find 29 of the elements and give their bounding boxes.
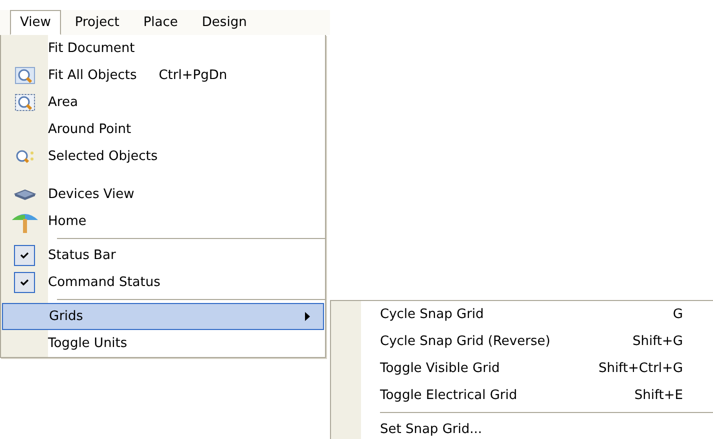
magnifier-icon: [14, 150, 34, 164]
menu-bar-item[interactable]: Design: [192, 10, 257, 35]
menu-bar-item[interactable]: Project: [64, 10, 130, 35]
magnifier-icon: [14, 67, 34, 84]
menu-item[interactable]: Home: [1, 208, 325, 235]
menu-item[interactable]: Toggle Electrical Grid Shift+E: [331, 382, 713, 409]
menu-item[interactable]: Cycle Snap Grid G: [331, 301, 713, 328]
shortcut-text: Shift+Ctrl+G: [598, 361, 683, 376]
menu-item[interactable]: Toggle Visible Grid Shift+Ctrl+G: [331, 355, 713, 382]
menu-bar-item[interactable]: View: [10, 10, 61, 35]
menu-bar-item[interactable]: Place: [133, 10, 188, 35]
menu-item[interactable]: Grids: [2, 303, 324, 330]
menu-item[interactable]: Around Point: [1, 116, 325, 143]
menu-item[interactable]: Area: [1, 89, 325, 116]
menu-item[interactable]: Cycle Snap Grid (Reverse) Shift+G: [331, 328, 713, 355]
menu-item[interactable]: Toggle Units: [1, 330, 325, 357]
shortcut-text: G: [672, 307, 683, 322]
shortcut-text: Shift+E: [634, 388, 683, 403]
shortcut-text: Ctrl+PgDn: [158, 68, 228, 83]
menu-item[interactable]: Fit Document: [1, 35, 325, 62]
menu-item[interactable]: Status Bar: [1, 242, 325, 269]
menu-item[interactable]: Command Status: [1, 269, 325, 296]
device-icon: [14, 188, 36, 200]
magnifier-icon: [14, 94, 34, 111]
menu-item[interactable]: Devices View: [1, 181, 325, 208]
menu-item[interactable]: Fit All Objects Ctrl+PgDn: [1, 62, 325, 89]
menu-item[interactable]: Selected Objects: [1, 143, 325, 170]
menu-item[interactable]: Set Snap Grid...: [331, 416, 713, 439]
shortcut-text: Shift+G: [632, 334, 683, 349]
